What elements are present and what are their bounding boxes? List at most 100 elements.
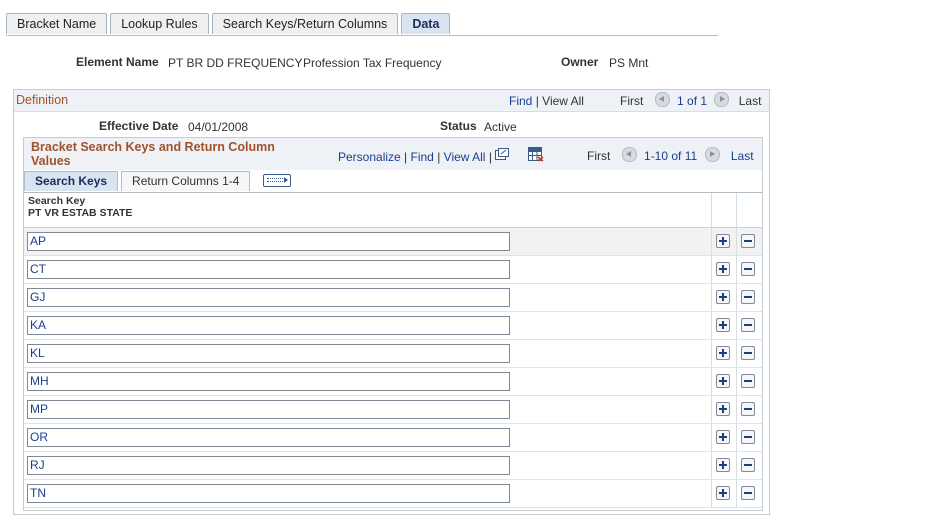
owner-value: PS Mnt xyxy=(609,56,649,70)
nav-separator: | xyxy=(535,94,539,108)
tab-search-keys-return-columns[interactable]: Search Keys/Return Columns xyxy=(211,13,399,34)
delete-row-icon[interactable] xyxy=(741,234,755,248)
subtab-search-keys[interactable]: Search Keys xyxy=(24,171,119,191)
table-body: AP CT GJ KA KL MH MP OR RJ TN xyxy=(24,228,762,508)
table-row: CT xyxy=(24,256,762,284)
grid-nav-links: Personalize | Find | View All | xyxy=(338,147,544,167)
add-row-icon[interactable] xyxy=(716,346,730,360)
table-row: GJ xyxy=(24,284,762,312)
column-divider xyxy=(736,312,737,339)
tab-data-label: Data xyxy=(412,17,440,31)
search-key-input[interactable]: KL xyxy=(27,344,510,363)
delete-row-icon[interactable] xyxy=(741,290,755,304)
delete-row-icon[interactable] xyxy=(741,346,755,360)
element-name-label: Element Name xyxy=(76,55,159,69)
column-divider xyxy=(736,284,737,311)
zoom-grid-icon[interactable] xyxy=(495,148,510,164)
previous-row-icon[interactable] xyxy=(654,92,670,108)
definition-view-all-link[interactable]: View All xyxy=(542,94,584,108)
definition-range: 1 of 1 xyxy=(677,94,708,108)
personalize-link[interactable]: Personalize xyxy=(338,150,401,164)
column-divider xyxy=(711,193,712,227)
delete-row-icon[interactable] xyxy=(741,458,755,472)
search-key-input[interactable]: TN xyxy=(27,484,510,503)
add-row-icon[interactable] xyxy=(716,430,730,444)
search-key-input[interactable]: KA xyxy=(27,316,510,335)
delete-row-icon[interactable] xyxy=(741,374,755,388)
column-divider xyxy=(711,284,712,311)
grid-title: Bracket Search Keys and Return Column Va… xyxy=(31,140,275,168)
table-row: KL xyxy=(24,340,762,368)
bracket-grid: Bracket Search Keys and Return Column Va… xyxy=(23,137,763,511)
subtab-return-columns[interactable]: Return Columns 1-4 xyxy=(121,171,251,191)
table-row: MP xyxy=(24,396,762,424)
column-header-field: PT VR ESTAB STATE xyxy=(28,207,133,219)
column-divider xyxy=(736,256,737,283)
column-divider xyxy=(736,480,737,507)
previous-page-icon[interactable] xyxy=(621,147,637,163)
tab-data[interactable]: Data xyxy=(401,13,451,34)
nav-separator: | xyxy=(437,150,441,165)
show-all-columns-icon[interactable] xyxy=(263,174,292,187)
add-row-icon[interactable] xyxy=(716,458,730,472)
column-header: Search Key PT VR ESTAB STATE xyxy=(28,195,132,219)
column-divider xyxy=(711,480,712,507)
search-key-input[interactable]: AP xyxy=(27,232,510,251)
table-row: AP xyxy=(24,228,762,256)
column-divider xyxy=(711,256,712,283)
search-key-input[interactable]: MP xyxy=(27,400,510,419)
table-row: KA xyxy=(24,312,762,340)
search-key-input[interactable]: MH xyxy=(27,372,510,391)
search-key-input[interactable]: GJ xyxy=(27,288,510,307)
nav-separator: | xyxy=(404,150,408,165)
delete-row-icon[interactable] xyxy=(741,430,755,444)
definition-first-label[interactable]: First xyxy=(620,94,643,108)
next-page-icon[interactable] xyxy=(704,147,720,163)
element-description: Profession Tax Frequency xyxy=(303,56,442,70)
search-key-input[interactable]: CT xyxy=(27,260,510,279)
page-tabs: Bracket Name Lookup Rules Search Keys/Re… xyxy=(6,13,453,35)
column-divider xyxy=(736,396,737,423)
table-row: RJ xyxy=(24,452,762,480)
tab-bracket-name[interactable]: Bracket Name xyxy=(6,13,108,34)
add-row-icon[interactable] xyxy=(716,402,730,416)
download-excel-icon[interactable] xyxy=(527,147,544,165)
column-divider xyxy=(711,452,712,479)
delete-row-icon[interactable] xyxy=(741,262,755,276)
table-header: Search Key PT VR ESTAB STATE xyxy=(24,193,762,228)
element-name-value: PT BR DD FREQUENCY xyxy=(168,56,303,70)
column-divider xyxy=(711,368,712,395)
column-header-title: Search Key xyxy=(28,195,86,207)
grid-last-link[interactable]: Last xyxy=(731,149,754,163)
search-key-input[interactable]: OR xyxy=(27,428,510,447)
table-row: MH xyxy=(24,368,762,396)
delete-row-icon[interactable] xyxy=(741,318,755,332)
grid-find-link[interactable]: Find xyxy=(411,150,434,164)
delete-row-icon[interactable] xyxy=(741,486,755,500)
add-row-icon[interactable] xyxy=(716,318,730,332)
add-row-icon[interactable] xyxy=(716,290,730,304)
owner-label: Owner xyxy=(561,55,599,69)
effective-date-value: 04/01/2008 xyxy=(188,120,249,134)
subtab-search-keys-label: Search Keys xyxy=(35,174,108,188)
definition-pager: First 1 of 1 Last xyxy=(620,92,762,109)
add-row-icon[interactable] xyxy=(716,374,730,388)
search-key-input[interactable]: RJ xyxy=(27,456,510,475)
definition-find-link[interactable]: Find xyxy=(509,94,532,108)
grid-header: Bracket Search Keys and Return Column Va… xyxy=(24,138,762,170)
add-row-icon[interactable] xyxy=(716,486,730,500)
tab-lookup-rules[interactable]: Lookup Rules xyxy=(110,13,209,34)
delete-row-icon[interactable] xyxy=(741,402,755,416)
grid-range: 1-10 of 11 xyxy=(644,149,698,163)
column-divider xyxy=(736,340,737,367)
add-row-icon[interactable] xyxy=(716,262,730,276)
definition-title: Definition xyxy=(16,93,69,107)
add-row-icon[interactable] xyxy=(716,234,730,248)
grid-pager: First 1-10 of 11 Last xyxy=(587,147,754,164)
grid-view-all-link[interactable]: View All xyxy=(444,150,486,164)
table-row: OR xyxy=(24,424,762,452)
definition-last-label[interactable]: Last xyxy=(739,94,762,108)
grid-first-label[interactable]: First xyxy=(587,149,610,163)
next-row-icon[interactable] xyxy=(714,92,730,108)
grid-subtabs: Search Keys Return Columns 1-4 xyxy=(24,171,292,191)
